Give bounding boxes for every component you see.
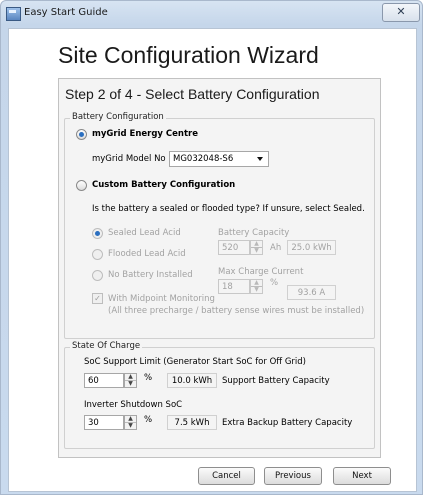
battery-capacity-unit: Ah [270,243,282,253]
battery-configuration-group: Battery Configuration myGrid Energy Cent… [64,112,375,339]
mygrid-model-label: myGrid Model No [92,154,166,164]
no-battery-label: No Battery Installed [108,270,193,280]
max-charge-current-unit: % [270,278,279,288]
mygrid-model-dropdown[interactable]: MG032048-S6 [169,151,269,167]
previous-button[interactable]: Previous [264,467,322,485]
step-title: Step 2 of 4 - Select Battery Configurati… [65,86,320,102]
max-charge-current-spinner[interactable]: ▲ ▼ [250,279,263,294]
chevron-down-icon [257,157,263,161]
battery-configuration-legend: Battery Configuration [70,112,166,122]
max-charge-current-readout: 93.6 A [287,285,336,300]
mygrid-label: myGrid Energy Centre [92,129,198,139]
close-icon: ✕ [396,5,406,18]
state-of-charge-group: State Of Charge SoC Support Limit (Gener… [64,341,375,449]
battery-capacity-label: Battery Capacity [218,228,290,238]
max-charge-current-label: Max Charge Current [218,267,304,277]
max-charge-current-input[interactable]: 18 [218,279,250,294]
support-battery-capacity-readout: 10.0 kWh [167,373,217,388]
next-button[interactable]: Next [333,467,391,485]
battery-capacity-input[interactable]: 520 [218,240,250,255]
flooded-lead-acid-label: Flooded Lead Acid [108,249,186,259]
extra-backup-battery-capacity-readout: 7.5 kWh [167,415,217,430]
midpoint-monitoring-checkbox[interactable]: ✓ [92,293,103,304]
window-title: Easy Start Guide [24,7,108,18]
battery-capacity-spinner[interactable]: ▲ ▼ [250,240,263,255]
title-bar[interactable]: Easy Start Guide ✕ [1,1,422,27]
custom-battery-radio[interactable] [76,180,87,191]
sealed-lead-acid-label: Sealed Lead Acid [108,228,181,238]
custom-battery-label: Custom Battery Configuration [92,180,236,190]
client-area: Site Configuration Wizard Step 2 of 4 - … [8,28,417,492]
battery-type-question: Is the battery a sealed or flooded type?… [92,204,365,214]
spin-down-icon: ▼ [128,380,133,387]
spin-down-icon: ▼ [128,422,133,429]
state-of-charge-legend: State Of Charge [70,341,143,351]
mygrid-radio[interactable] [76,129,87,140]
midpoint-monitoring-label: With Midpoint Monitoring [108,294,215,304]
flooded-lead-acid-radio[interactable] [92,249,103,260]
extra-backup-battery-capacity-label: Extra Backup Battery Capacity [222,418,353,428]
no-battery-radio[interactable] [92,270,103,281]
spin-down-icon: ▼ [254,286,259,293]
cancel-button[interactable]: Cancel [198,467,255,485]
midpoint-monitoring-note: (All three precharge / battery sense wir… [108,306,365,316]
inverter-shutdown-soc-label: Inverter Shutdown SoC [84,400,183,410]
wizard-title: Site Configuration Wizard [58,42,319,68]
inverter-shutdown-soc-input[interactable]: 30 [84,415,124,430]
soc-support-limit-unit: % [144,373,153,383]
mygrid-model-value: MG032048-S6 [173,154,234,164]
inverter-shutdown-soc-unit: % [144,415,153,425]
wizard-window: Easy Start Guide ✕ Site Configuration Wi… [0,0,423,495]
battery-capacity-readout: 25.0 kWh [287,240,336,255]
spin-down-icon: ▼ [254,247,259,254]
support-battery-capacity-label: Support Battery Capacity [222,376,330,386]
soc-support-limit-input[interactable]: 60 [84,373,124,388]
sealed-lead-acid-radio[interactable] [92,228,103,239]
step-panel: Step 2 of 4 - Select Battery Configurati… [58,78,381,458]
close-button[interactable]: ✕ [382,3,420,22]
soc-support-limit-label: SoC Support Limit (Generator Start SoC f… [84,357,306,367]
app-icon [6,7,21,21]
soc-support-limit-spinner[interactable]: ▲ ▼ [124,373,137,388]
inverter-shutdown-soc-spinner[interactable]: ▲ ▼ [124,415,137,430]
